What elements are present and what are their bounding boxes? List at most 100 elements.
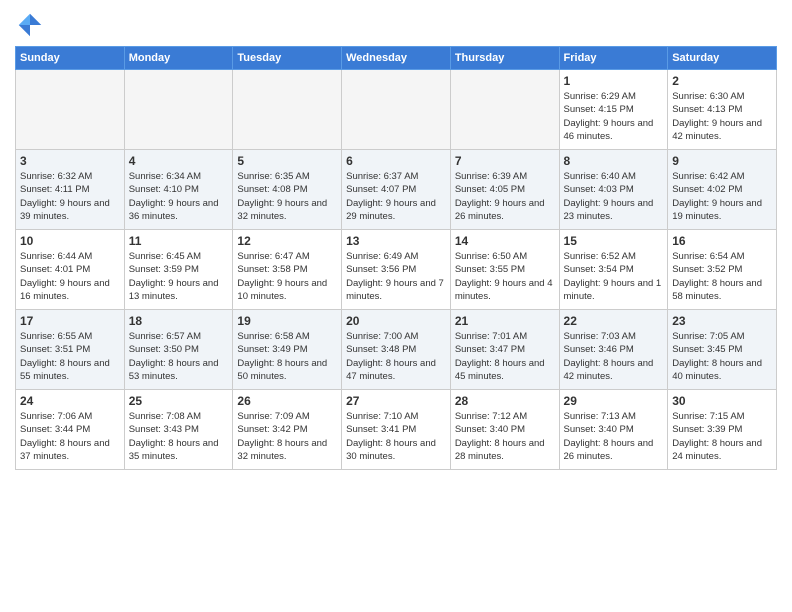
day-info: Sunrise: 7:03 AM Sunset: 3:46 PM Dayligh… — [564, 330, 664, 383]
calendar-cell: 10 Sunrise: 6:44 AM Sunset: 4:01 PM Dayli… — [16, 230, 125, 310]
week-row-4: 24 Sunrise: 7:06 AM Sunset: 3:44 PM Dayli… — [16, 390, 777, 470]
calendar-cell: 14 Sunrise: 6:50 AM Sunset: 3:55 PM Dayli… — [450, 230, 559, 310]
day-number: 13 — [346, 234, 446, 248]
day-number: 19 — [237, 314, 337, 328]
logo — [15, 10, 49, 40]
day-number: 18 — [129, 314, 229, 328]
day-info: Sunrise: 6:50 AM Sunset: 3:55 PM Dayligh… — [455, 250, 555, 303]
calendar-cell: 21 Sunrise: 7:01 AM Sunset: 3:47 PM Dayli… — [450, 310, 559, 390]
calendar-cell: 18 Sunrise: 6:57 AM Sunset: 3:50 PM Dayli… — [124, 310, 233, 390]
calendar-cell: 23 Sunrise: 7:05 AM Sunset: 3:45 PM Dayli… — [668, 310, 777, 390]
calendar-cell: 26 Sunrise: 7:09 AM Sunset: 3:42 PM Dayli… — [233, 390, 342, 470]
day-number: 17 — [20, 314, 120, 328]
calendar-cell: 3 Sunrise: 6:32 AM Sunset: 4:11 PM Daylig… — [16, 150, 125, 230]
day-number: 23 — [672, 314, 772, 328]
day-number: 11 — [129, 234, 229, 248]
day-info: Sunrise: 6:34 AM Sunset: 4:10 PM Dayligh… — [129, 170, 229, 223]
calendar-cell: 22 Sunrise: 7:03 AM Sunset: 3:46 PM Dayli… — [559, 310, 668, 390]
day-number: 29 — [564, 394, 664, 408]
calendar-cell: 29 Sunrise: 7:13 AM Sunset: 3:40 PM Dayli… — [559, 390, 668, 470]
day-info: Sunrise: 7:05 AM Sunset: 3:45 PM Dayligh… — [672, 330, 772, 383]
day-info: Sunrise: 7:00 AM Sunset: 3:48 PM Dayligh… — [346, 330, 446, 383]
calendar-cell — [16, 70, 125, 150]
day-info: Sunrise: 6:37 AM Sunset: 4:07 PM Dayligh… — [346, 170, 446, 223]
calendar-cell: 24 Sunrise: 7:06 AM Sunset: 3:44 PM Dayli… — [16, 390, 125, 470]
day-info: Sunrise: 7:06 AM Sunset: 3:44 PM Dayligh… — [20, 410, 120, 463]
day-number: 3 — [20, 154, 120, 168]
weekday-header-monday: Monday — [124, 47, 233, 70]
day-info: Sunrise: 6:30 AM Sunset: 4:13 PM Dayligh… — [672, 90, 772, 143]
calendar-cell: 8 Sunrise: 6:40 AM Sunset: 4:03 PM Daylig… — [559, 150, 668, 230]
header — [15, 10, 777, 40]
day-number: 8 — [564, 154, 664, 168]
weekday-header-row: SundayMondayTuesdayWednesdayThursdayFrid… — [16, 47, 777, 70]
calendar-cell: 7 Sunrise: 6:39 AM Sunset: 4:05 PM Daylig… — [450, 150, 559, 230]
weekday-header-wednesday: Wednesday — [342, 47, 451, 70]
calendar-cell — [233, 70, 342, 150]
day-number: 15 — [564, 234, 664, 248]
page: SundayMondayTuesdayWednesdayThursdayFrid… — [0, 0, 792, 480]
calendar-cell: 1 Sunrise: 6:29 AM Sunset: 4:15 PM Daylig… — [559, 70, 668, 150]
day-number: 14 — [455, 234, 555, 248]
calendar-cell: 6 Sunrise: 6:37 AM Sunset: 4:07 PM Daylig… — [342, 150, 451, 230]
day-info: Sunrise: 6:54 AM Sunset: 3:52 PM Dayligh… — [672, 250, 772, 303]
day-info: Sunrise: 7:15 AM Sunset: 3:39 PM Dayligh… — [672, 410, 772, 463]
day-number: 21 — [455, 314, 555, 328]
day-number: 26 — [237, 394, 337, 408]
calendar-cell: 20 Sunrise: 7:00 AM Sunset: 3:48 PM Dayli… — [342, 310, 451, 390]
calendar-table: SundayMondayTuesdayWednesdayThursdayFrid… — [15, 46, 777, 470]
day-number: 9 — [672, 154, 772, 168]
day-info: Sunrise: 6:40 AM Sunset: 4:03 PM Dayligh… — [564, 170, 664, 223]
day-info: Sunrise: 6:32 AM Sunset: 4:11 PM Dayligh… — [20, 170, 120, 223]
day-info: Sunrise: 7:01 AM Sunset: 3:47 PM Dayligh… — [455, 330, 555, 383]
calendar-cell: 19 Sunrise: 6:58 AM Sunset: 3:49 PM Dayli… — [233, 310, 342, 390]
calendar-cell: 30 Sunrise: 7:15 AM Sunset: 3:39 PM Dayli… — [668, 390, 777, 470]
day-number: 5 — [237, 154, 337, 168]
day-number: 10 — [20, 234, 120, 248]
day-number: 4 — [129, 154, 229, 168]
calendar-cell — [124, 70, 233, 150]
day-number: 12 — [237, 234, 337, 248]
day-info: Sunrise: 6:45 AM Sunset: 3:59 PM Dayligh… — [129, 250, 229, 303]
day-info: Sunrise: 7:09 AM Sunset: 3:42 PM Dayligh… — [237, 410, 337, 463]
day-number: 20 — [346, 314, 446, 328]
day-info: Sunrise: 6:44 AM Sunset: 4:01 PM Dayligh… — [20, 250, 120, 303]
calendar-cell: 5 Sunrise: 6:35 AM Sunset: 4:08 PM Daylig… — [233, 150, 342, 230]
day-number: 1 — [564, 74, 664, 88]
calendar-cell: 27 Sunrise: 7:10 AM Sunset: 3:41 PM Dayli… — [342, 390, 451, 470]
day-number: 24 — [20, 394, 120, 408]
calendar-cell: 2 Sunrise: 6:30 AM Sunset: 4:13 PM Daylig… — [668, 70, 777, 150]
calendar-cell: 17 Sunrise: 6:55 AM Sunset: 3:51 PM Dayli… — [16, 310, 125, 390]
day-info: Sunrise: 7:13 AM Sunset: 3:40 PM Dayligh… — [564, 410, 664, 463]
day-info: Sunrise: 6:55 AM Sunset: 3:51 PM Dayligh… — [20, 330, 120, 383]
weekday-header-friday: Friday — [559, 47, 668, 70]
calendar-cell — [342, 70, 451, 150]
weekday-header-saturday: Saturday — [668, 47, 777, 70]
day-number: 27 — [346, 394, 446, 408]
week-row-2: 10 Sunrise: 6:44 AM Sunset: 4:01 PM Dayli… — [16, 230, 777, 310]
calendar-cell: 13 Sunrise: 6:49 AM Sunset: 3:56 PM Dayli… — [342, 230, 451, 310]
week-row-1: 3 Sunrise: 6:32 AM Sunset: 4:11 PM Daylig… — [16, 150, 777, 230]
calendar-cell: 25Sunrise: 7:08 AM Sunset: 3:43 PM Dayli… — [124, 390, 233, 470]
day-number: 6 — [346, 154, 446, 168]
day-info: Sunrise: 6:29 AM Sunset: 4:15 PM Dayligh… — [564, 90, 664, 143]
day-number: 22 — [564, 314, 664, 328]
day-info: Sunrise: 6:42 AM Sunset: 4:02 PM Dayligh… — [672, 170, 772, 223]
day-info: Sunrise: 6:57 AM Sunset: 3:50 PM Dayligh… — [129, 330, 229, 383]
calendar-cell: 16Sunrise: 6:54 AM Sunset: 3:52 PM Dayli… — [668, 230, 777, 310]
day-info: Sunrise: 6:35 AM Sunset: 4:08 PM Dayligh… — [237, 170, 337, 223]
day-number: 25 — [129, 394, 229, 408]
calendar-cell: 15 Sunrise: 6:52 AM Sunset: 3:54 PM Dayli… — [559, 230, 668, 310]
day-number: 30 — [672, 394, 772, 408]
weekday-header-sunday: Sunday — [16, 47, 125, 70]
day-info: Sunrise: 6:58 AM Sunset: 3:49 PM Dayligh… — [237, 330, 337, 383]
day-info: Sunrise: 6:39 AM Sunset: 4:05 PM Dayligh… — [455, 170, 555, 223]
day-number: 2 — [672, 74, 772, 88]
day-info: Sunrise: 7:10 AM Sunset: 3:41 PM Dayligh… — [346, 410, 446, 463]
week-row-0: 1 Sunrise: 6:29 AM Sunset: 4:15 PM Daylig… — [16, 70, 777, 150]
week-row-3: 17 Sunrise: 6:55 AM Sunset: 3:51 PM Dayli… — [16, 310, 777, 390]
day-info: Sunrise: 6:52 AM Sunset: 3:54 PM Dayligh… — [564, 250, 664, 303]
day-number: 7 — [455, 154, 555, 168]
calendar-cell — [450, 70, 559, 150]
day-info: Sunrise: 6:49 AM Sunset: 3:56 PM Dayligh… — [346, 250, 446, 303]
